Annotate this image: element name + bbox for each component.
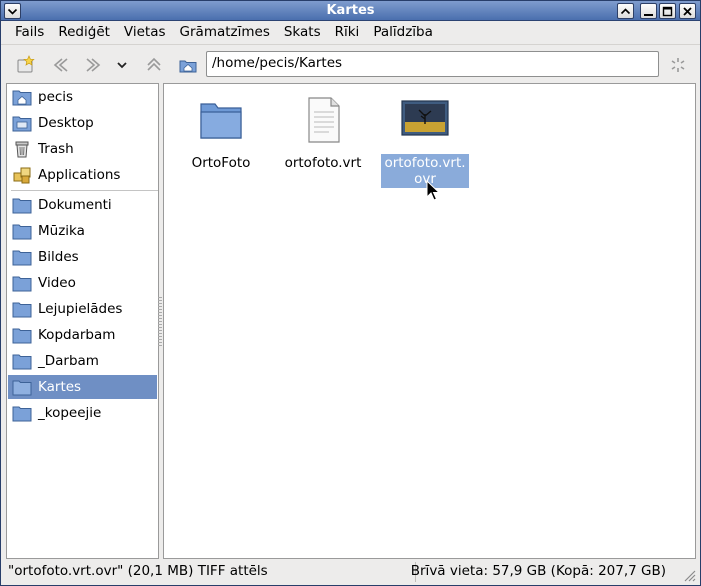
file-item-ortofoto-vrt-ovr[interactable]: ortofoto.vrt.ovr — [377, 96, 473, 188]
sidebar-item-label: Lejupielādes — [38, 301, 123, 317]
home-folder-icon — [179, 60, 197, 73]
menu-gramatzimes[interactable]: Grāmatzīmes — [173, 22, 277, 42]
sidebar-item-dokumenti[interactable]: Dokumenti — [8, 193, 157, 217]
image-thumbnail-icon — [401, 100, 449, 136]
folder-icon — [200, 103, 242, 139]
sidebar-item-label: Desktop — [38, 115, 94, 131]
applications-icon — [11, 165, 33, 185]
forward-button[interactable] — [82, 53, 106, 77]
chevron-up-icon — [620, 7, 631, 14]
close-icon — [683, 6, 692, 16]
throbber — [666, 53, 690, 77]
free-space-info: Brīvā vieta: 57,9 GB (Kopā: 207,7 GB) — [410, 563, 666, 579]
up-arrow-icon — [147, 57, 161, 71]
folder-icon — [11, 351, 33, 371]
up-button[interactable] — [142, 53, 166, 77]
folder-icon — [11, 195, 33, 215]
pane-resize-handle[interactable] — [158, 297, 162, 347]
minimize-button[interactable] — [640, 3, 657, 19]
location-field[interactable]: /home/pecis/Kartes — [206, 51, 659, 77]
sidebar-item-video[interactable]: Video — [8, 271, 157, 295]
file-name: OrtoFoto — [191, 155, 251, 171]
sidebar-item-label: pecis — [38, 89, 74, 105]
sidebar-item-label: Applications — [38, 167, 121, 183]
sidebar: pecis Desktop Trash Applications Dokumen… — [6, 83, 159, 559]
sidebar-item-label: _Darbam — [38, 353, 99, 369]
window-title: Kartes — [326, 3, 375, 18]
folder-icon — [11, 221, 33, 241]
sidebar-item-trash[interactable]: Trash — [8, 137, 157, 161]
sidebar-item-label: _kopeejie — [38, 405, 102, 421]
sidebar-item-bildes[interactable]: Bildes — [8, 245, 157, 269]
menu-vietas[interactable]: Vietas — [117, 22, 173, 42]
sidebar-item-darbam[interactable]: _Darbam — [8, 349, 157, 373]
file-manager-window: Kartes Fails Rediģēt Vietas Grāmatzīmes … — [0, 0, 701, 586]
sidebar-item-label: Dokumenti — [38, 197, 112, 213]
new-folder-button[interactable] — [14, 53, 38, 77]
folder-icon — [11, 377, 33, 397]
sidebar-item-muzika[interactable]: Mūzika — [8, 219, 157, 243]
history-dropdown-button[interactable] — [112, 53, 132, 77]
close-button[interactable] — [679, 3, 696, 19]
text-document-icon — [308, 97, 340, 143]
sidebar-item-label: Kopdarbam — [38, 327, 116, 343]
folder-icon — [11, 403, 33, 423]
folder-icon — [11, 325, 33, 345]
sidebar-item-applications[interactable]: Applications — [8, 163, 157, 187]
sidebar-item-kopeejie[interactable]: _kopeejie — [8, 401, 157, 425]
menu-skats[interactable]: Skats — [277, 22, 328, 42]
sidebar-item-label: Mūzika — [38, 223, 85, 239]
folder-icon — [11, 299, 33, 319]
toolbar: /home/pecis/Kartes — [1, 44, 700, 82]
mouse-pointer-icon — [426, 180, 441, 201]
folder-icon — [11, 247, 33, 267]
menu-riki[interactable]: Rīki — [328, 22, 367, 42]
file-name: ortofoto.vrt — [284, 155, 362, 171]
menu-palidziba[interactable]: Palīdzība — [366, 22, 440, 42]
home-button[interactable] — [176, 53, 200, 77]
file-item-ortofoto-vrt[interactable]: ortofoto.vrt — [275, 96, 371, 172]
sidebar-separator — [11, 190, 158, 191]
forward-arrow-icon — [86, 58, 101, 72]
sidebar-item-kartes[interactable]: Kartes — [8, 375, 157, 399]
bookmark-star-icon — [17, 55, 35, 73]
desktop-icon — [11, 113, 33, 133]
sidebar-item-label: Video — [38, 275, 76, 291]
home-folder-icon — [11, 87, 33, 107]
sidebar-item-label: Kartes — [38, 379, 82, 395]
file-name: ortofoto.vrt.ovr — [381, 154, 469, 188]
trash-icon — [11, 139, 33, 159]
sidebar-item-label: Bildes — [38, 249, 79, 265]
sidebar-item-pecis[interactable]: pecis — [8, 85, 157, 109]
minimize-icon — [644, 13, 653, 16]
sidebar-item-desktop[interactable]: Desktop — [8, 111, 157, 135]
sidebar-item-lejupielades[interactable]: Lejupielādes — [8, 297, 157, 321]
back-button[interactable] — [48, 53, 72, 77]
menubar: Fails Rediģēt Vietas Grāmatzīmes Skats R… — [1, 21, 700, 43]
back-arrow-icon — [53, 58, 68, 72]
maximize-toggle-button[interactable] — [617, 3, 634, 19]
statusbar: "ortofoto.vrt.ovr" (20,1 MB) TIFF attēls… — [1, 560, 700, 585]
menu-rediget[interactable]: Rediģēt — [51, 22, 117, 42]
chevron-down-icon — [117, 62, 127, 69]
sidebar-item-kopdarbam[interactable]: Kopdarbam — [8, 323, 157, 347]
maximize-icon — [662, 6, 673, 16]
titlebar[interactable]: Kartes — [1, 1, 700, 21]
file-item-ortofoto-folder[interactable]: OrtoFoto — [173, 96, 269, 172]
menu-fails[interactable]: Fails — [8, 22, 51, 42]
spinner-icon — [671, 58, 685, 72]
folder-icon — [11, 273, 33, 293]
maximize-button[interactable] — [659, 3, 676, 19]
resize-grip-icon[interactable] — [682, 568, 696, 582]
selection-info: "ortofoto.vrt.ovr" (20,1 MB) TIFF attēls — [8, 563, 268, 579]
file-view[interactable]: OrtoFoto ortofoto.vrt ortofoto.vrt.ovr — [163, 83, 696, 559]
sidebar-item-label: Trash — [38, 141, 74, 157]
